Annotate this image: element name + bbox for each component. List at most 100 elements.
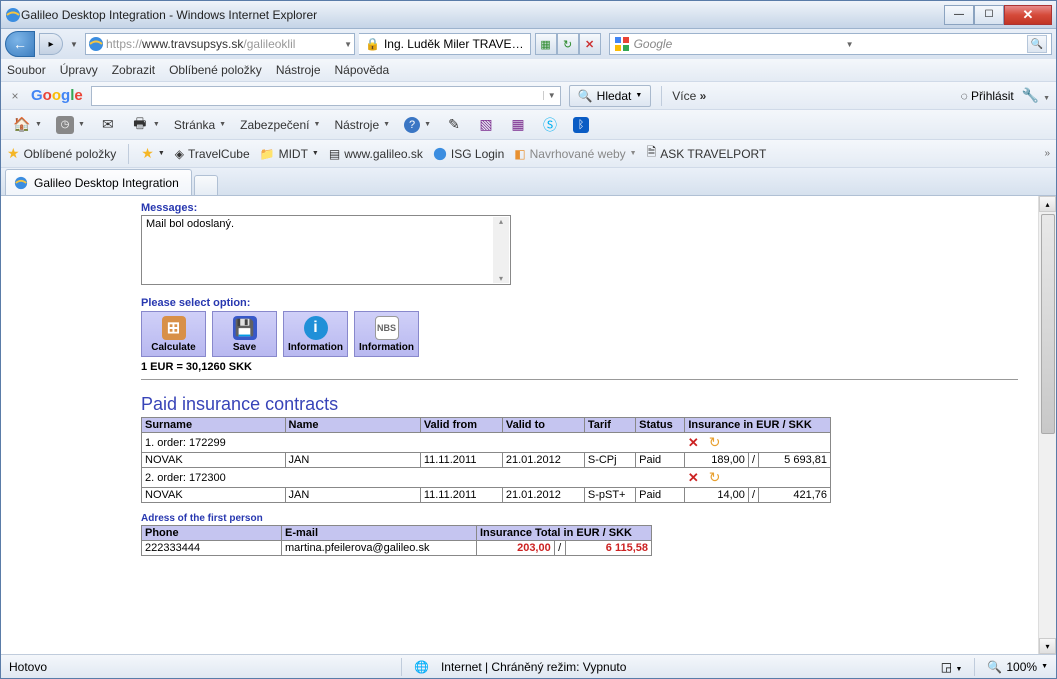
delete-icon[interactable]: ✕ (688, 470, 699, 485)
print-button[interactable]: 🖶▼ (125, 113, 166, 137)
favorites-button[interactable]: ★Oblíbené položky (7, 145, 116, 162)
browser-window: Galileo Desktop Integration - Windows In… (0, 0, 1057, 679)
fav-travelcube[interactable]: ◈TravelCube (175, 147, 250, 161)
tab-active[interactable]: Galileo Desktop Integration (5, 169, 192, 195)
refresh-button[interactable]: ↻ (557, 33, 579, 55)
maximize-button[interactable]: ☐ (974, 5, 1004, 25)
ie-icon (5, 7, 21, 23)
th-email: E-mail (282, 526, 477, 541)
favorites-bar: ★Oblíbené položky ★▼ ◈TravelCube 📁MIDT▼ … (1, 139, 1056, 167)
fav-ask[interactable]: 🗎ASK TRAVELPORT (647, 143, 767, 164)
folder-icon: 📁 (260, 147, 275, 161)
message-text: Mail bol odoslaný. (146, 218, 234, 230)
star-icon: ★ (7, 145, 20, 162)
vertical-scrollbar[interactable]: ▴ ▾ (1038, 196, 1056, 654)
scroll-down-icon[interactable]: ▾ (1039, 638, 1056, 654)
search-placeholder: Google (634, 37, 673, 51)
reload-icon[interactable]: ↻ (709, 434, 721, 450)
wrench-icon[interactable]: 🔧 ▼ (1022, 87, 1050, 104)
scroll-thumb[interactable] (1041, 214, 1055, 434)
menubar: Soubor Úpravy Zobrazit Oblíbené položky … (1, 59, 1056, 81)
compat-button[interactable]: ▦ (535, 33, 557, 55)
menu-upravy[interactable]: Úpravy (60, 63, 98, 77)
fav-midt[interactable]: 📁MIDT▼ (260, 147, 319, 161)
tools-menu[interactable]: Nástroje▼ (328, 113, 396, 137)
onenote-icon[interactable]: ▦ (503, 113, 533, 137)
skype-icon[interactable]: Ⓢ (535, 113, 565, 137)
section-heading: Paid insurance contracts (141, 394, 1018, 415)
information-nbs-button[interactable]: NBS Information (354, 311, 419, 357)
toolbar-close-icon[interactable]: × (7, 89, 23, 103)
menu-nastroje[interactable]: Nástroje (276, 63, 321, 77)
zoom-control[interactable]: 🔍100%▼ (987, 660, 1048, 674)
star-add-icon: ★ (141, 145, 154, 162)
information-button[interactable]: i Information (283, 311, 348, 357)
option-label: Please select option: (141, 297, 1018, 309)
calculate-button[interactable]: ⊞ Calculate (141, 311, 206, 357)
address-bar[interactable]: https:// www.travsupsys.sk /galileoklil … (85, 33, 355, 55)
help-button[interactable]: ?▼ (398, 113, 437, 137)
tab-title: Galileo Desktop Integration (34, 176, 179, 190)
feeds-button[interactable]: ◷▼ (50, 113, 91, 137)
th-surname: Surname (142, 418, 286, 433)
home-button[interactable]: 🏠▼ (7, 113, 48, 137)
google-signin[interactable]: ◌ Přihlásit (961, 89, 1014, 103)
menu-soubor[interactable]: Soubor (7, 63, 46, 77)
google-more-button[interactable]: Více » (672, 89, 706, 103)
search-provider-dropdown[interactable]: ▼ (846, 40, 854, 49)
bluetooth-icon[interactable]: ᛒ (567, 113, 595, 137)
google-search-button[interactable]: 🔍 Hledat ▼ (569, 85, 652, 107)
nav-history-dropdown[interactable]: ▼ (67, 40, 81, 49)
info-icon: i (304, 316, 328, 340)
minimize-button[interactable]: — (944, 5, 974, 25)
stop-button[interactable]: ✕ (579, 33, 601, 55)
security-menu[interactable]: Zabezpečení▼ (234, 113, 326, 137)
save-button[interactable]: 💾 Save (212, 311, 277, 357)
total-eur: 203,00 (477, 541, 555, 556)
page-menu[interactable]: Stránka▼ (168, 113, 232, 137)
google-logo: Google (31, 87, 83, 104)
fav-galileo[interactable]: ▤www.galileo.sk (329, 147, 423, 161)
google-search-icon (614, 36, 630, 52)
url-path: /galileoklil (243, 37, 295, 51)
menu-oblibene[interactable]: Oblíbené položky (169, 63, 262, 77)
highlighter-icon[interactable]: ✎ (439, 113, 469, 137)
fav-suggested[interactable]: ◧Navrhované weby▼ (514, 147, 636, 161)
address-dropdown-icon[interactable]: ▼ (344, 40, 352, 49)
nav-forward-button[interactable]: ▸ (39, 33, 63, 55)
mail-button[interactable]: ✉ (93, 113, 123, 137)
address-table: Phone E-mail Insurance Total in EUR / SK… (141, 525, 652, 556)
nav-back-button[interactable]: ← (5, 31, 35, 57)
certificate-name: Ing. Luděk Miler TRAVE… (384, 37, 524, 51)
menu-zobrazit[interactable]: Zobrazit (112, 63, 155, 77)
certificate-info[interactable]: 🔒 Ing. Luděk Miler TRAVE… (359, 33, 531, 55)
onenote-linked-icon[interactable]: ▧ (471, 113, 501, 137)
menu-napoveda[interactable]: Nápověda (335, 63, 390, 77)
order-row-1: 1. order: 172299 ✕↻ (142, 433, 831, 453)
new-tab-button[interactable] (194, 175, 218, 195)
status-bar: Hotovo 🌐 Internet | Chráněný režim: Vypn… (1, 654, 1056, 678)
search-box[interactable]: Google ▼ 🔍 (609, 33, 1052, 55)
messages-textarea[interactable]: Mail bol odoslaný. ▴▾ (141, 215, 511, 285)
phone-value: 222333444 (142, 541, 282, 556)
google-toolbar-input[interactable]: ▼ (91, 86, 561, 106)
close-button[interactable]: ✕ (1004, 5, 1052, 25)
fav-isg[interactable]: ISG Login (433, 147, 504, 161)
search-go-button[interactable]: 🔍 (1027, 35, 1047, 53)
url-scheme: https:// (106, 37, 142, 51)
th-from: Valid from (420, 418, 502, 433)
tab-strip: Galileo Desktop Integration (1, 167, 1056, 195)
exchange-rate: 1 EUR = 30,1260 SKK (141, 361, 1018, 373)
favbar-overflow[interactable]: » (1044, 148, 1050, 159)
lock-icon: 🔒 (365, 37, 380, 51)
protected-mode-icon[interactable]: ◲ ▼ (941, 660, 963, 674)
scroll-up-icon[interactable]: ▴ (1039, 196, 1056, 212)
add-favorite-button[interactable]: ★▼ (141, 145, 165, 162)
tab-ie-icon (14, 176, 28, 190)
delete-icon[interactable]: ✕ (688, 435, 699, 450)
reload-icon[interactable]: ↻ (709, 469, 721, 485)
page-ie-icon (88, 36, 104, 52)
floppy-icon: 💾 (233, 316, 257, 340)
titlebar: Galileo Desktop Integration - Windows In… (1, 1, 1056, 29)
mail-icon: ✉ (99, 116, 117, 134)
